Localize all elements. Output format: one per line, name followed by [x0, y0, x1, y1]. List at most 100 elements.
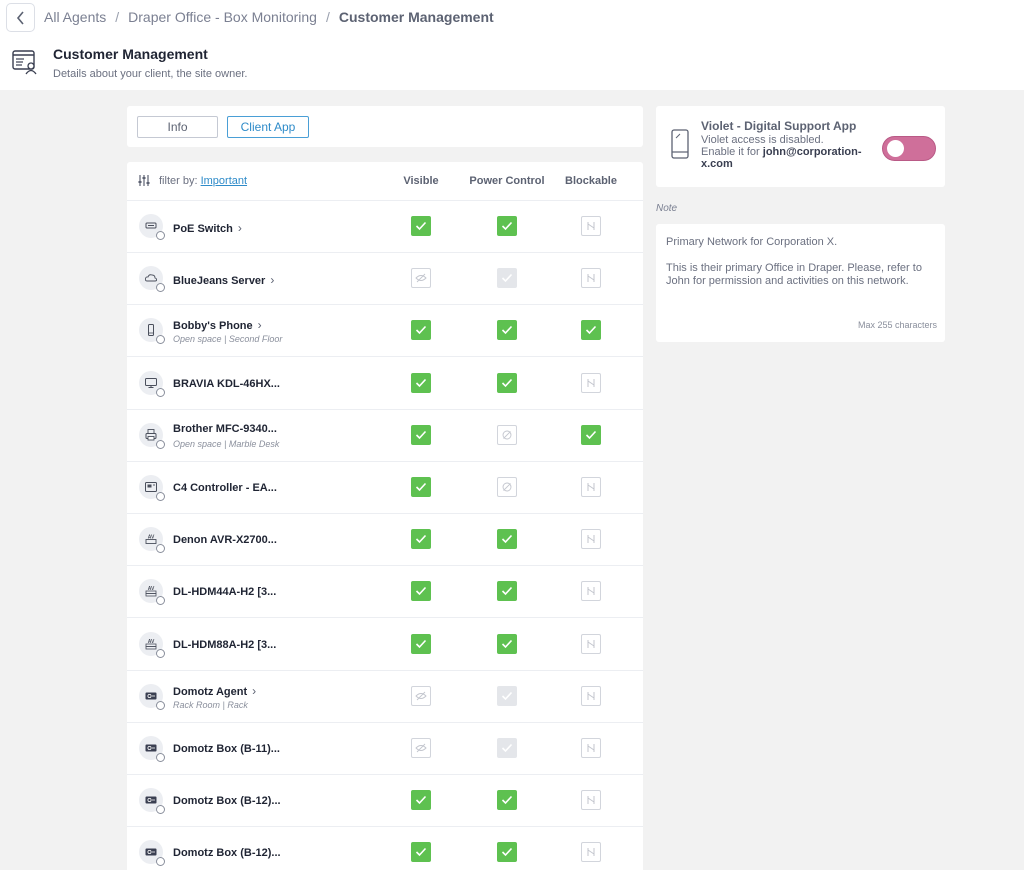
table-row[interactable]: AV Denon AVR-X2700... [127, 514, 643, 567]
violet-toggle[interactable] [882, 136, 936, 161]
power-checkbox-disabled [497, 685, 517, 706]
chevron-right-icon[interactable]: › [258, 318, 262, 332]
visible-checkbox-checked[interactable] [411, 320, 431, 341]
blockable-checkbox-checked[interactable] [581, 320, 601, 341]
note-field[interactable]: Primary Network for Corporation X. This … [656, 224, 945, 342]
table-row[interactable]: BRAVIA KDL-46HX... [127, 358, 643, 410]
chevron-right-icon[interactable]: › [252, 684, 256, 698]
blockable-checkbox-unchecked[interactable] [581, 477, 601, 497]
violet-enable-line: Enable it for john@corporation-x.com [701, 146, 873, 170]
device-name[interactable]: BlueJeans Server › [173, 273, 274, 287]
top-bar: All Agents / Draper Office - Box Monitorin… [0, 0, 1024, 90]
device-name-text: Denon AVR-X2700... [173, 534, 277, 547]
power-checkbox-checked[interactable] [497, 581, 517, 602]
device-name: DL-HDM88A-H2 [3... [173, 639, 276, 651]
breadcrumb-all-agents[interactable]: All Agents [44, 9, 106, 25]
table-row[interactable]: AV DL-HDM88A-H2 [3... [127, 619, 643, 671]
blockable-checkbox-unchecked[interactable] [581, 581, 601, 602]
visible-checkbox-checked[interactable] [411, 790, 431, 811]
blockable-checkbox-unchecked[interactable] [581, 685, 601, 706]
visible-checkbox-checked[interactable] [411, 581, 431, 602]
visible-checkbox-unchecked[interactable] [411, 685, 431, 706]
visible-checkbox-checked[interactable] [411, 529, 431, 550]
power-checkbox-checked[interactable] [497, 320, 517, 341]
device-name: DL-HDM44A-H2 [3... [173, 586, 276, 598]
violet-status: Violet access is disabled. Enable it for… [701, 134, 873, 170]
table-row[interactable]: Domotz Box (B-12)... [127, 827, 643, 870]
power-checkbox-unchecked[interactable] [497, 477, 517, 497]
phone-icon [139, 318, 165, 345]
device-name-text: Domotz Box (B-11)... [173, 743, 280, 755]
breadcrumb-site[interactable]: Draper Office - Box Monitoring [128, 9, 317, 25]
table-row[interactable]: PoE Switch › [127, 201, 643, 253]
tab-info[interactable]: Info [137, 116, 218, 138]
visible-checkbox-checked[interactable] [411, 633, 431, 654]
power-checkbox-checked[interactable] [497, 842, 517, 863]
column-blockable: Blockable [565, 175, 617, 187]
status-badge [156, 596, 165, 606]
table-row[interactable]: Domotz Box (B-11)... [127, 723, 643, 775]
device-name[interactable]: PoE Switch › [173, 221, 242, 235]
violet-card: Violet - Digital Support App Violet acce… [656, 106, 945, 187]
table-row[interactable]: Domotz Agent › Rack Room | Rack [127, 671, 643, 723]
device-name: Domotz Box (B-11)... [173, 743, 280, 755]
blockable-checkbox-unchecked[interactable] [581, 529, 601, 550]
status-badge [156, 857, 165, 867]
visible-checkbox-checked[interactable] [411, 424, 431, 445]
blockable-checkbox-checked[interactable] [581, 424, 601, 445]
toggle-knob [887, 140, 904, 157]
domotz-box-icon [139, 736, 165, 762]
visible-checkbox-checked[interactable] [411, 216, 431, 236]
device-name-text: BlueJeans Server [173, 275, 266, 288]
power-checkbox-unchecked[interactable] [497, 424, 517, 445]
av-receiver-icon: AV [139, 527, 165, 554]
device-name-text: PoE Switch [173, 223, 233, 235]
note-label: Note [656, 203, 678, 214]
visible-checkbox-unchecked[interactable] [411, 738, 431, 758]
domotz-box-icon [139, 683, 165, 710]
device-name: Denon AVR-X2700... [173, 534, 277, 546]
blockable-checkbox-unchecked[interactable] [581, 372, 601, 393]
power-checkbox-checked[interactable] [497, 216, 517, 236]
status-badge [156, 648, 165, 658]
visible-checkbox-checked[interactable] [411, 842, 431, 863]
blockable-checkbox-unchecked[interactable] [581, 633, 601, 654]
visible-checkbox-checked[interactable] [411, 477, 431, 497]
power-checkbox-checked[interactable] [497, 372, 517, 393]
power-checkbox-checked[interactable] [497, 790, 517, 811]
blockable-checkbox-unchecked[interactable] [581, 790, 601, 811]
chevron-right-icon[interactable]: › [270, 273, 274, 287]
note-text[interactable]: Primary Network for Corporation X. This … [666, 236, 938, 288]
visible-checkbox-checked[interactable] [411, 372, 431, 393]
table-header: filter by: Important Visible Power Contr… [127, 162, 643, 201]
blockable-checkbox-unchecked[interactable] [581, 738, 601, 758]
device-name[interactable]: Domotz Agent › [173, 684, 256, 698]
tab-client-app[interactable]: Client App [227, 116, 309, 138]
table-row[interactable]: Bobby's Phone › Open space | Second Floor [127, 305, 643, 358]
device-name[interactable]: Bobby's Phone › [173, 318, 262, 332]
tabs-card: Info Client App [127, 106, 643, 147]
device-location: Open space | Second Floor [173, 334, 283, 345]
back-button[interactable] [6, 3, 35, 32]
table-row[interactable]: Brother MFC-9340... Open space | Marble D… [127, 410, 643, 462]
table-row[interactable]: Domotz Box (B-12)... [127, 775, 643, 828]
chevron-right-icon[interactable]: › [238, 221, 242, 235]
power-checkbox-checked[interactable] [497, 529, 517, 550]
blockable-checkbox-unchecked[interactable] [581, 216, 601, 236]
blockable-checkbox-unchecked[interactable] [581, 842, 601, 863]
blockable-checkbox-unchecked[interactable] [581, 268, 601, 289]
power-checkbox-checked[interactable] [497, 633, 517, 654]
power-checkbox-disabled [497, 738, 517, 758]
table-row[interactable]: C4 Controller - EA... [127, 462, 643, 514]
filter-important-link[interactable]: Important [201, 175, 247, 187]
breadcrumb-separator: / [115, 9, 120, 25]
device-name-text: Domotz Box (B-12)... [173, 847, 281, 860]
device-name-text: BRAVIA KDL-46HX... [173, 377, 280, 390]
device-name: BRAVIA KDL-46HX... [173, 378, 280, 390]
visible-checkbox-unchecked[interactable] [411, 268, 431, 289]
controller-icon [139, 475, 165, 501]
table-row[interactable]: BlueJeans Server › [127, 253, 643, 306]
sliders-icon[interactable] [137, 174, 151, 187]
filter-by: filter by: Important [159, 175, 247, 187]
table-row[interactable]: AV DL-HDM44A-H2 [3... [127, 566, 643, 619]
